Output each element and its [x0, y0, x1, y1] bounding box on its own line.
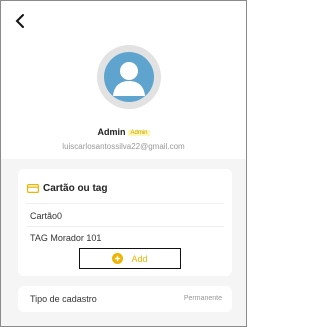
user-email: luiscarlosantossilva22@gmail.com	[62, 142, 185, 151]
user-avatar-icon	[104, 52, 154, 102]
registration-type-value: Permanente	[183, 295, 222, 302]
add-label: Add	[131, 253, 148, 264]
registration-type-row[interactable]: Tipo de cadastro Permanente	[18, 286, 232, 312]
divider	[26, 203, 224, 204]
add-card-button[interactable]: Add	[79, 248, 181, 269]
card-icon	[27, 184, 39, 193]
profile-header: Admin Admin luiscarlosantossilva22@gmail.…	[1, 1, 246, 159]
plus-circle-icon	[112, 253, 124, 264]
user-name: Admin	[97, 127, 126, 137]
card-tag-section: Cartão ou tag Cartão0 TAG Morador 101 Ad…	[18, 169, 232, 276]
avatar	[97, 45, 161, 109]
registration-type-label: Tipo de cadastro	[30, 294, 97, 304]
user-detail-screen: Admin Admin luiscarlosantossilva22@gmail.…	[0, 0, 247, 327]
list-item[interactable]: TAG Morador 101	[30, 233, 220, 243]
list-item[interactable]: Cartão0	[30, 211, 220, 221]
divider	[26, 226, 224, 227]
role-badge: Admin	[128, 130, 150, 136]
section-title: Cartão ou tag	[43, 183, 108, 194]
chevron-left-icon[interactable]	[13, 13, 29, 29]
user-name-row: Admin Admin	[1, 127, 246, 137]
section-header: Cartão ou tag	[27, 183, 107, 194]
